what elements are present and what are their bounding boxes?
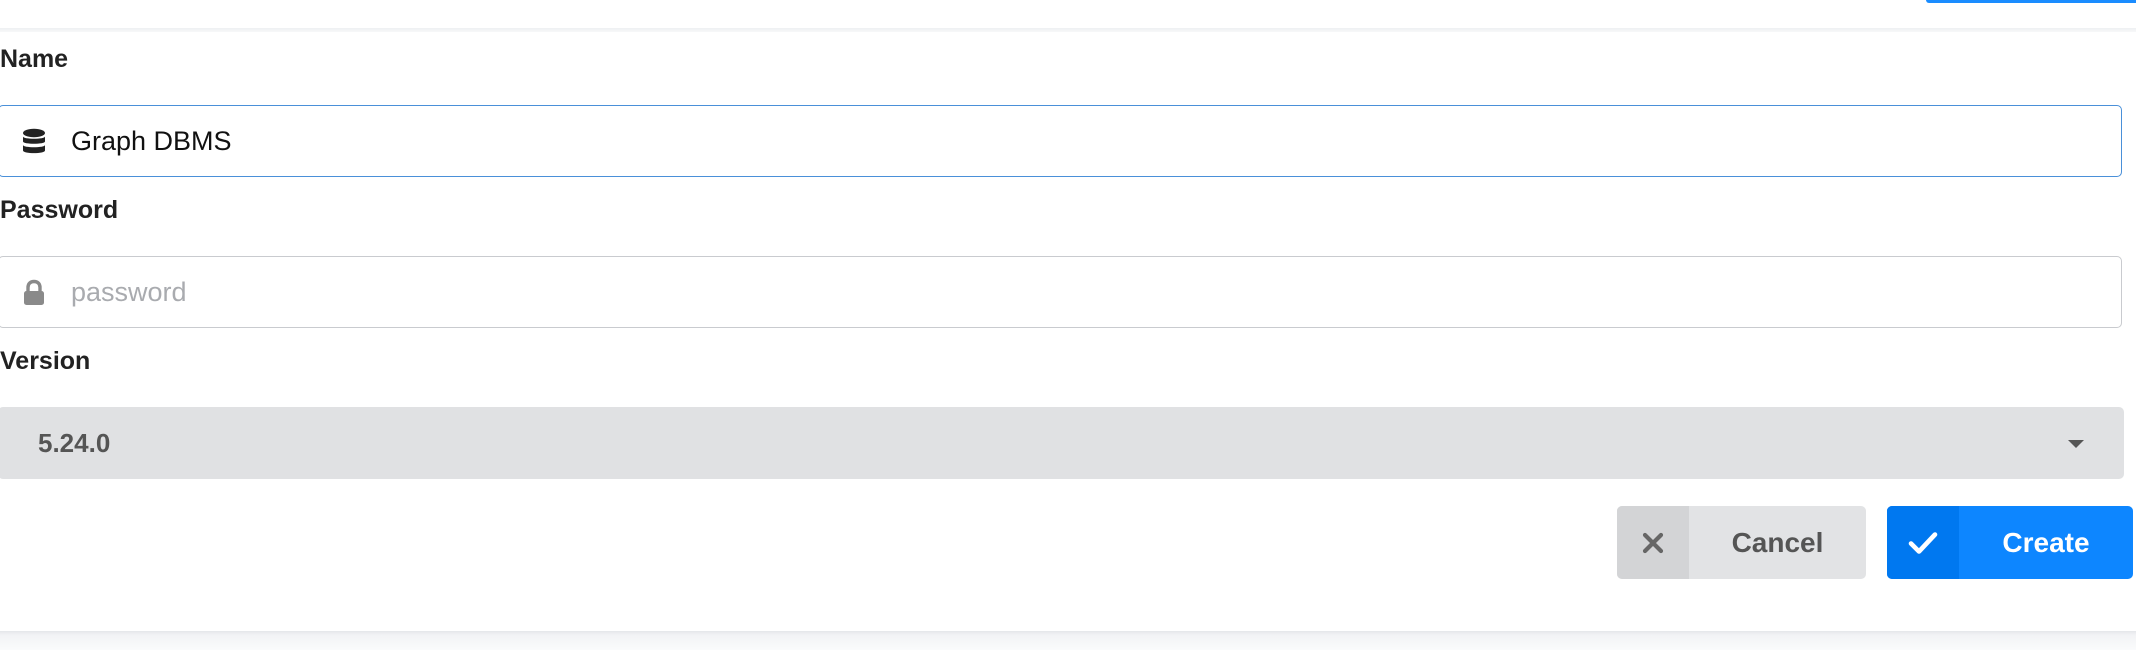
panel-bottom-edge — [0, 631, 2136, 650]
version-select[interactable]: 5.24.0 — [0, 407, 2124, 479]
name-label: Name — [0, 45, 69, 73]
name-field[interactable] — [0, 105, 2122, 177]
database-icon — [19, 127, 49, 157]
create-button-label: Create — [2002, 526, 2090, 558]
lock-icon — [19, 278, 49, 308]
header-divider — [0, 28, 2136, 32]
password-input[interactable] — [71, 257, 1971, 327]
top-tab-indicator — [1926, 0, 2136, 3]
cancel-button-label: Cancel — [1731, 526, 1824, 558]
create-button[interactable]: Create — [1887, 506, 2133, 579]
password-field[interactable] — [0, 256, 2122, 328]
cancel-button[interactable]: Cancel — [1617, 506, 1866, 579]
name-input[interactable] — [71, 106, 1971, 176]
version-label: Version — [0, 347, 91, 375]
password-label: Password — [0, 196, 119, 224]
close-icon — [1617, 506, 1689, 579]
version-selected-value: 5.24.0 — [38, 427, 111, 458]
check-icon — [1887, 506, 1959, 579]
caret-down-icon[interactable] — [2068, 440, 2084, 448]
